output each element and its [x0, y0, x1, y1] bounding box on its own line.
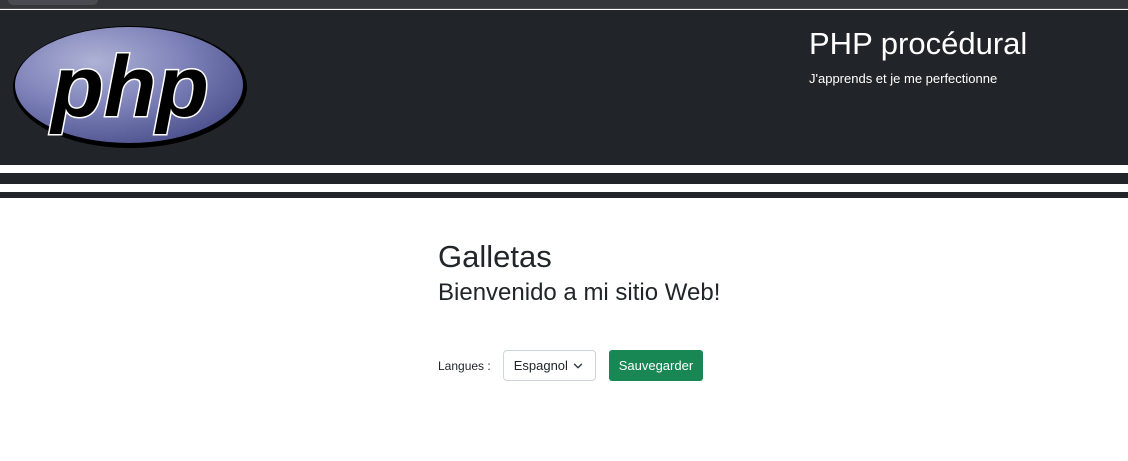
main-content: Galletas Bienvenido a mi sitio Web! [438, 238, 938, 308]
divider-stripe [0, 192, 1128, 198]
language-form: Langues : Espagnol Sauvegarder [438, 350, 704, 381]
site-subtitle: J'apprends et je me perfectionne [809, 71, 998, 86]
page-title: Galletas [438, 239, 552, 274]
save-button[interactable]: Sauvegarder [608, 350, 704, 381]
browser-chrome-strip [0, 0, 1128, 9]
language-select[interactable]: Espagnol [502, 350, 596, 381]
site-title: PHP procédural [809, 26, 1028, 61]
chevron-down-icon [573, 363, 582, 368]
site-header: php PHP procédural J'apprends et je me p… [0, 10, 1128, 165]
divider-stripe [0, 173, 1128, 184]
browser-tab[interactable] [8, 0, 98, 5]
php-logo-text: php [49, 39, 209, 135]
php-logo-icon: php [13, 26, 247, 148]
language-label: Langues : [438, 358, 491, 373]
language-select-value: Espagnol [513, 358, 568, 373]
welcome-message: Bienvenido a mi sitio Web! [438, 279, 721, 306]
